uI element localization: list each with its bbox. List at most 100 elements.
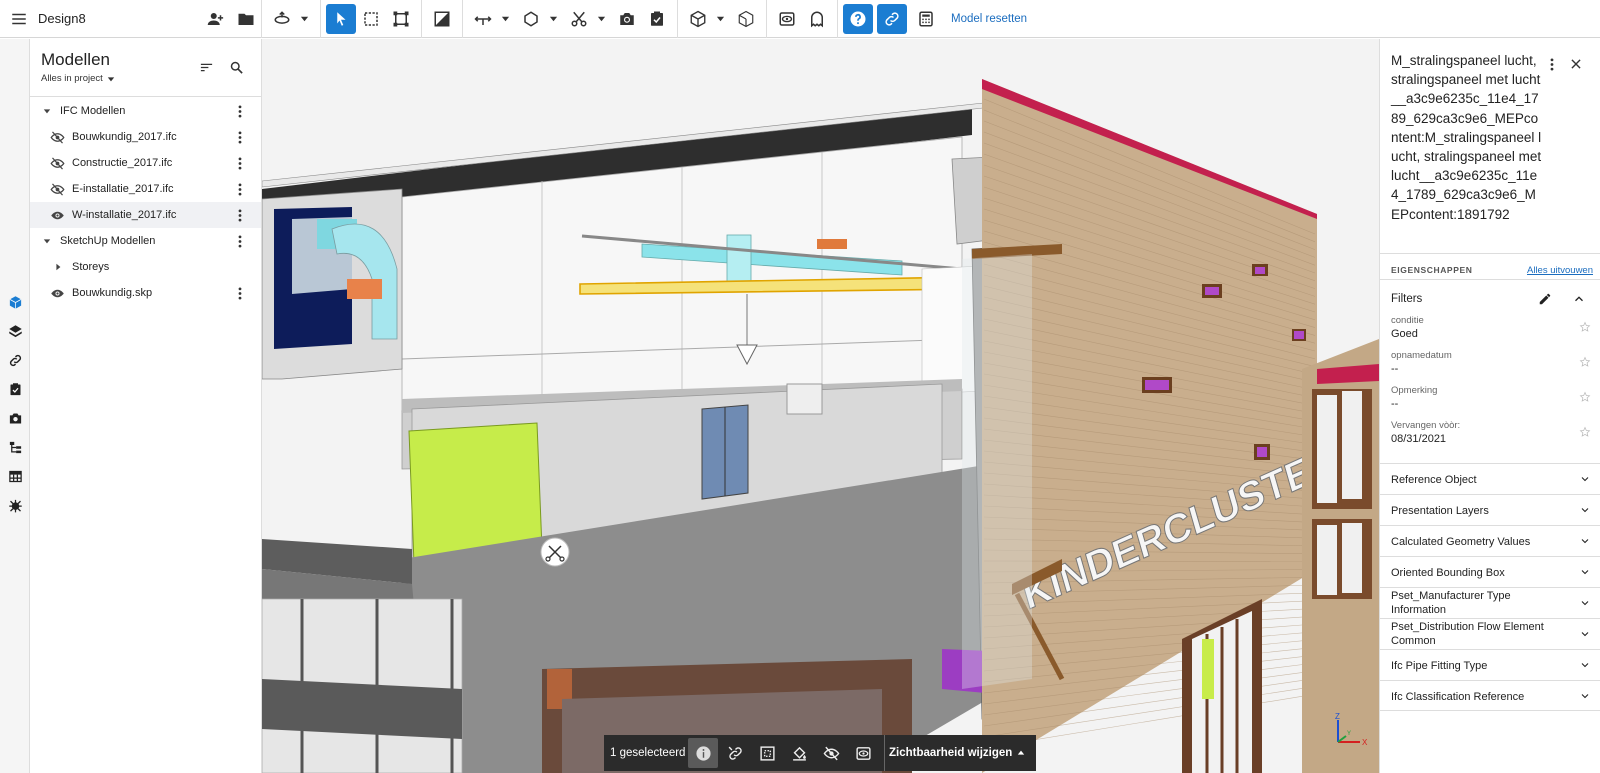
select-arrow-icon[interactable] xyxy=(326,3,356,34)
3d-viewport[interactable]: KINDERCLUSTER xyxy=(262,39,1379,773)
cube-outline-icon[interactable] xyxy=(731,4,761,34)
section-ifc-classification[interactable]: Ifc Classification Reference xyxy=(1380,680,1600,711)
orbit-icon[interactable] xyxy=(267,4,297,34)
more-vert-icon[interactable] xyxy=(235,103,245,119)
more-vert-icon[interactable] xyxy=(235,129,245,145)
chevron-up-icon[interactable] xyxy=(1569,289,1589,309)
visibility-dropdown[interactable]: Zichtbaarheid wijzigen xyxy=(889,747,1025,759)
caret-right-icon[interactable] xyxy=(50,259,66,275)
chevron-down-icon[interactable] xyxy=(297,4,311,34)
tree-group-ifc[interactable]: IFC Modellen xyxy=(30,98,261,124)
section-oriented-bounding-box[interactable]: Oriented Bounding Box xyxy=(1380,556,1600,587)
bug-icon[interactable] xyxy=(5,495,25,515)
chevron-down-icon[interactable] xyxy=(498,4,512,34)
eye-off-icon[interactable] xyxy=(49,155,65,171)
models-panel-header: Modellen Alles in project xyxy=(30,39,261,97)
tree-item-storeys[interactable]: Storeys xyxy=(30,254,261,280)
box-select-icon[interactable] xyxy=(356,4,386,34)
section-label: Pset_Distribution Flow Element Common xyxy=(1391,621,1544,647)
scope-dropdown[interactable]: Alles in project xyxy=(41,73,115,84)
section-label: Presentation Layers xyxy=(1391,505,1489,517)
menu-icon[interactable] xyxy=(10,10,28,28)
tree-item-bouwkundig-ifc[interactable]: Bouwkundig_2017.ifc xyxy=(30,124,261,150)
chevron-down-icon[interactable] xyxy=(546,4,560,34)
tree-icon[interactable] xyxy=(5,437,25,457)
separator xyxy=(884,735,885,771)
section-label: Pset_Manufacturer Type Information xyxy=(1391,590,1511,616)
tree-item-w-installatie-ifc[interactable]: W-installatie_2017.ifc xyxy=(30,202,261,228)
calculator-icon[interactable] xyxy=(911,4,941,34)
search-icon[interactable] xyxy=(226,57,246,77)
chevron-down-icon xyxy=(1581,539,1589,544)
checklist-icon[interactable] xyxy=(5,379,25,399)
section-reference-object[interactable]: Reference Object xyxy=(1380,463,1600,494)
expand-all-link[interactable]: Alles uitvouwen xyxy=(1527,265,1593,276)
star-icon[interactable] xyxy=(1579,391,1591,403)
eye-icon[interactable] xyxy=(49,207,65,223)
close-icon[interactable] xyxy=(1567,55,1585,73)
measure-icon[interactable] xyxy=(468,4,498,34)
tree-item-label: Constructie_2017.ifc xyxy=(72,157,173,169)
frame-icon[interactable] xyxy=(386,4,416,34)
table-icon[interactable] xyxy=(5,466,25,486)
chevron-down-icon[interactable] xyxy=(713,4,727,34)
chevron-down-icon xyxy=(107,76,114,81)
model-cube-icon[interactable] xyxy=(5,292,25,312)
link-objects-icon[interactable] xyxy=(720,738,750,768)
property-key: opnamedatum xyxy=(1391,350,1452,361)
zoom-to-selection-icon[interactable] xyxy=(752,738,782,768)
star-icon[interactable] xyxy=(1579,426,1591,438)
info-icon[interactable] xyxy=(688,738,718,768)
hide-icon[interactable] xyxy=(816,738,846,768)
ghost-icon[interactable] xyxy=(802,4,832,34)
plan-view-icon[interactable] xyxy=(427,4,457,34)
scissors-icon[interactable] xyxy=(564,4,594,34)
more-vert-icon[interactable] xyxy=(235,155,245,171)
star-icon[interactable] xyxy=(1579,356,1591,368)
eye-off-icon[interactable] xyxy=(49,181,65,197)
star-icon[interactable] xyxy=(1579,321,1591,333)
tree-item-e-installatie-ifc[interactable]: E-installatie_2017.ifc xyxy=(30,176,261,202)
help-icon[interactable] xyxy=(843,3,873,34)
more-vert-icon[interactable] xyxy=(235,207,245,223)
checklist-icon[interactable] xyxy=(642,4,672,34)
link-icon[interactable] xyxy=(877,3,907,34)
caret-down-icon[interactable] xyxy=(39,103,55,119)
chevron-down-icon[interactable] xyxy=(594,4,608,34)
layers-icon[interactable] xyxy=(5,321,25,341)
section-calculated-geometry[interactable]: Calculated Geometry Values xyxy=(1380,525,1600,556)
edit-pencil-icon[interactable] xyxy=(1535,289,1555,309)
visibility-icon[interactable] xyxy=(772,4,802,34)
axis-indicator: Z X Y xyxy=(1335,712,1368,747)
section-presentation-layers[interactable]: Presentation Layers xyxy=(1380,494,1600,525)
paint-bucket-icon[interactable] xyxy=(784,738,814,768)
cube-icon[interactable] xyxy=(683,4,713,34)
eye-off-icon[interactable] xyxy=(49,129,65,145)
section-ifc-pipe-fitting[interactable]: Ifc Pipe Fitting Type xyxy=(1380,649,1600,680)
tree-group-label: IFC Modellen xyxy=(60,105,126,117)
section-pset-distribution[interactable]: Pset_Distribution Flow Element Common xyxy=(1380,618,1600,649)
shape-icon[interactable] xyxy=(516,4,546,34)
building-model-render[interactable]: KINDERCLUSTER xyxy=(262,39,1379,773)
section-label: EIGENSCHAPPEN xyxy=(1391,265,1473,275)
camera-icon[interactable] xyxy=(5,408,25,428)
more-vert-icon[interactable] xyxy=(235,181,245,197)
add-user-icon[interactable] xyxy=(201,4,231,34)
tree-item-constructie-ifc[interactable]: Constructie_2017.ifc xyxy=(30,150,261,176)
folder-icon[interactable] xyxy=(231,4,261,34)
axis-z-label: Z xyxy=(1335,712,1340,721)
more-vert-icon[interactable] xyxy=(235,233,245,249)
tree-group-sketchup[interactable]: SketchUp Modellen xyxy=(30,228,261,254)
isolate-icon[interactable] xyxy=(848,738,878,768)
reset-model-link[interactable]: Model resetten xyxy=(951,13,1027,25)
link-icon[interactable] xyxy=(5,350,25,370)
camera-icon[interactable] xyxy=(612,4,642,34)
eye-icon[interactable] xyxy=(49,285,65,301)
sort-icon[interactable] xyxy=(196,57,216,77)
more-vert-icon[interactable] xyxy=(1543,55,1561,73)
selection-count: 1 geselecteerd xyxy=(610,747,686,759)
tree-item-bouwkundig-skp[interactable]: Bouwkundig.skp xyxy=(30,280,261,306)
section-pset-manufacturer[interactable]: Pset_Manufacturer Type Information xyxy=(1380,587,1600,618)
caret-down-icon[interactable] xyxy=(39,233,55,249)
more-vert-icon[interactable] xyxy=(235,285,245,301)
